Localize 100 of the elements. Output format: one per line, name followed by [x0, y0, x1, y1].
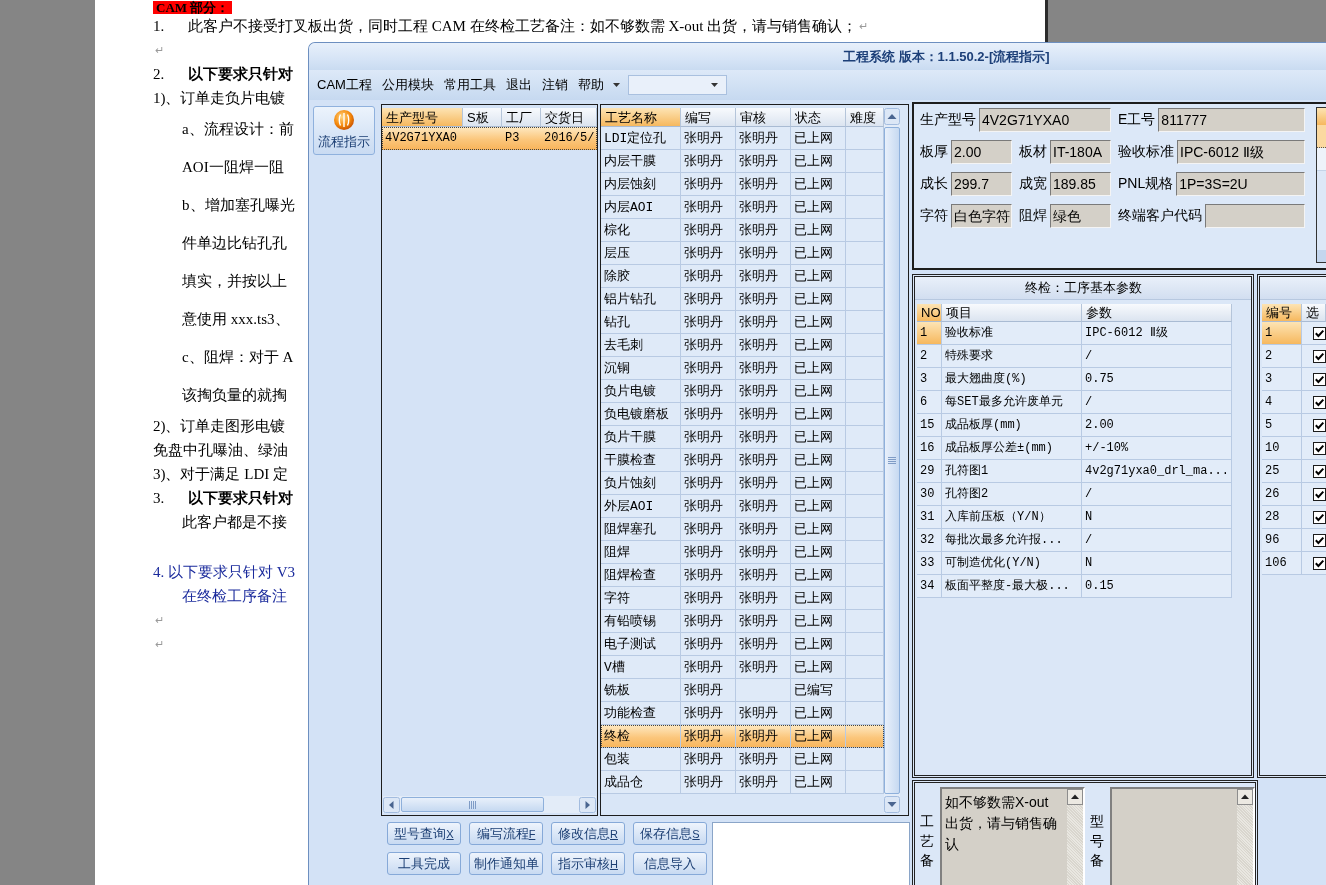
table-cell[interactable]: 2 — [917, 345, 942, 368]
table-row[interactable]: 4V2G71YXA0 P3 2016/5/ — [382, 127, 597, 150]
column-header[interactable]: 状态 — [791, 108, 846, 127]
table-cell[interactable]: 3 — [917, 368, 942, 391]
table-row[interactable]: 钻孔 张明丹 张明丹 已上网 — [601, 311, 884, 334]
table-cell[interactable]: 25 — [1262, 460, 1302, 483]
action-button[interactable]: 制作通知单 — [469, 852, 543, 875]
table-cell[interactable]: 16 — [917, 437, 942, 460]
column-header[interactable]: 生产型号 — [382, 108, 463, 127]
table-row[interactable]: 去毛刺 张明丹 张明丹 已上网 — [601, 334, 884, 357]
remarks-field[interactable]: 如不够数需X-out出货，请与销售确认 — [940, 787, 1085, 885]
checkbox[interactable] — [1313, 487, 1326, 501]
table-row[interactable]: 铝片钻孔 张明丹 张明丹 已上网 — [601, 288, 884, 311]
table-row[interactable]: 字符 张明丹 张明丹 已上网 — [601, 587, 884, 610]
column-header[interactable]: 参数 — [1082, 304, 1232, 322]
column-header[interactable]: 编号 — [1262, 304, 1302, 322]
table-row[interactable]: 负电镀磨板 张明丹 张明丹 已上网 — [601, 403, 884, 426]
scrollbar[interactable] — [1067, 789, 1083, 885]
text-field[interactable]: 白色字符 — [951, 204, 1012, 228]
action-button[interactable]: 修改信息R — [551, 822, 625, 845]
column-header[interactable]: 编写 — [681, 108, 736, 127]
column-header[interactable]: 工厂 — [502, 108, 541, 127]
action-button[interactable]: 型号查询X — [387, 822, 461, 845]
table-cell[interactable]: 1 — [917, 322, 942, 345]
table-row[interactable]: 内层AOI 张明丹 张明丹 已上网 — [601, 196, 884, 219]
table-row[interactable]: 外层AOI 张明丹 张明丹 已上网 — [601, 495, 884, 518]
action-button[interactable]: 编写流程F — [469, 822, 543, 845]
text-field[interactable]: IPC-6012 Ⅱ级 — [1177, 140, 1305, 164]
table-row[interactable]: 沉铜 张明丹 张明丹 已上网 — [601, 357, 884, 380]
table-row[interactable]: 内层干膜 张明丹 张明丹 已上网 — [601, 150, 884, 173]
checkbox[interactable] — [1313, 418, 1326, 432]
action-button[interactable]: 保存信息S — [633, 822, 707, 845]
table-cell[interactable]: 6 — [917, 391, 942, 414]
table-cell[interactable]: 2 — [1262, 345, 1302, 368]
text-field[interactable]: 811777 — [1158, 108, 1305, 132]
sidebar-button[interactable]: 流程指示 — [313, 106, 375, 155]
action-button[interactable]: 指示审核H — [551, 852, 625, 875]
table-cell[interactable]: 106 — [1262, 552, 1302, 575]
checkbox[interactable] — [1313, 510, 1326, 524]
table-row[interactable]: 有铅喷锡 张明丹 张明丹 已上网 — [601, 610, 884, 633]
table-cell[interactable]: 29 — [917, 460, 942, 483]
table-cell[interactable]: 15 — [917, 414, 942, 437]
column-header[interactable]: 工艺名称 — [601, 108, 681, 127]
caret-icon[interactable] — [612, 83, 620, 87]
menu-item[interactable]: 退出 — [500, 74, 537, 96]
menu-item[interactable]: 注销 — [536, 74, 573, 96]
table-row[interactable]: 除胶 张明丹 张明丹 已上网 — [601, 265, 884, 288]
table-row[interactable]: 铣板 张明丹 已编写 — [601, 679, 884, 702]
checkbox[interactable] — [1313, 395, 1326, 409]
table-cell[interactable]: 4 — [1262, 391, 1302, 414]
table-row[interactable]: 内层蚀刻 张明丹 张明丹 已上网 — [601, 173, 884, 196]
column-header[interactable]: 选 — [1302, 304, 1326, 322]
table-row[interactable]: 阻焊 张明丹 张明丹 已上网 — [601, 541, 884, 564]
dropdown-field[interactable] — [627, 75, 727, 95]
remarks-field[interactable] — [1110, 787, 1255, 885]
checkbox[interactable] — [1313, 556, 1326, 570]
column-header[interactable]: 项目 — [942, 304, 1082, 322]
checkbox[interactable] — [1313, 464, 1326, 478]
action-button[interactable]: 信息导入 — [633, 852, 707, 875]
table-row[interactable]: 负片蚀刻 张明丹 张明丹 已上网 — [601, 472, 884, 495]
table-row[interactable]: 阻焊检查 张明丹 张明丹 已上网 — [601, 564, 884, 587]
column-header[interactable]: 审核 — [736, 108, 791, 127]
table-row[interactable]: LDI定位孔 张明丹 张明丹 已上网 — [601, 127, 884, 150]
table-row[interactable]: 终检 张明丹 张明丹 已上网 — [601, 725, 884, 748]
menu-item[interactable]: 公用模块 — [376, 74, 439, 96]
scrollbar[interactable] — [1237, 789, 1253, 885]
table-row[interactable]: 电子测试 张明丹 张明丹 已上网 — [601, 633, 884, 656]
table-row[interactable]: 负片电镀 张明丹 张明丹 已上网 — [601, 380, 884, 403]
text-field[interactable]: IT-180A — [1050, 140, 1111, 164]
text-field[interactable]: 189.85 — [1050, 172, 1111, 196]
table-cell[interactable]: 26 — [1262, 483, 1302, 506]
table-row[interactable]: 成品仓 张明丹 张明丹 已上网 — [601, 771, 884, 794]
table-row[interactable]: 棕化 张明丹 张明丹 已上网 — [601, 219, 884, 242]
action-button[interactable]: 工具完成 — [387, 852, 461, 875]
scrollbar[interactable] — [383, 796, 596, 813]
column-header[interactable]: 交货日 — [541, 108, 597, 127]
checkbox[interactable] — [1313, 326, 1326, 340]
text-field[interactable]: 2.00 — [951, 140, 1012, 164]
table-row[interactable]: 包装 张明丹 张明丹 已上网 — [601, 748, 884, 771]
menu-item[interactable]: CAM工程 — [312, 74, 377, 96]
menu-item[interactable]: 常用工具 — [438, 74, 501, 96]
table-cell[interactable]: 96 — [1262, 529, 1302, 552]
checkbox[interactable] — [1313, 372, 1326, 386]
table-cell[interactable]: 30 — [917, 483, 942, 506]
table-row[interactable]: 功能检查 张明丹 张明丹 已上网 — [601, 702, 884, 725]
table-cell[interactable]: 34 — [917, 575, 942, 598]
caret-icon[interactable] — [710, 83, 718, 87]
checkbox[interactable] — [1313, 349, 1326, 363]
text-field[interactable]: 1P=3S=2U — [1176, 172, 1305, 196]
text-field[interactable]: 299.7 — [951, 172, 1012, 196]
table-cell[interactable]: 32 — [917, 529, 942, 552]
text-field[interactable] — [1205, 204, 1305, 228]
table-row[interactable]: V槽 张明丹 张明丹 已上网 — [601, 656, 884, 679]
table-cell[interactable]: 3 — [1262, 368, 1302, 391]
scrollbar-thumb[interactable] — [401, 797, 544, 812]
table-cell[interactable]: 10 — [1262, 437, 1302, 460]
text-field[interactable]: 4V2G71YXA0 — [979, 108, 1111, 132]
table-row[interactable]: 阻焊塞孔 张明丹 张明丹 已上网 — [601, 518, 884, 541]
table-row[interactable]: 负片干膜 张明丹 张明丹 已上网 — [601, 426, 884, 449]
menu-item[interactable]: 帮助 — [572, 74, 609, 96]
